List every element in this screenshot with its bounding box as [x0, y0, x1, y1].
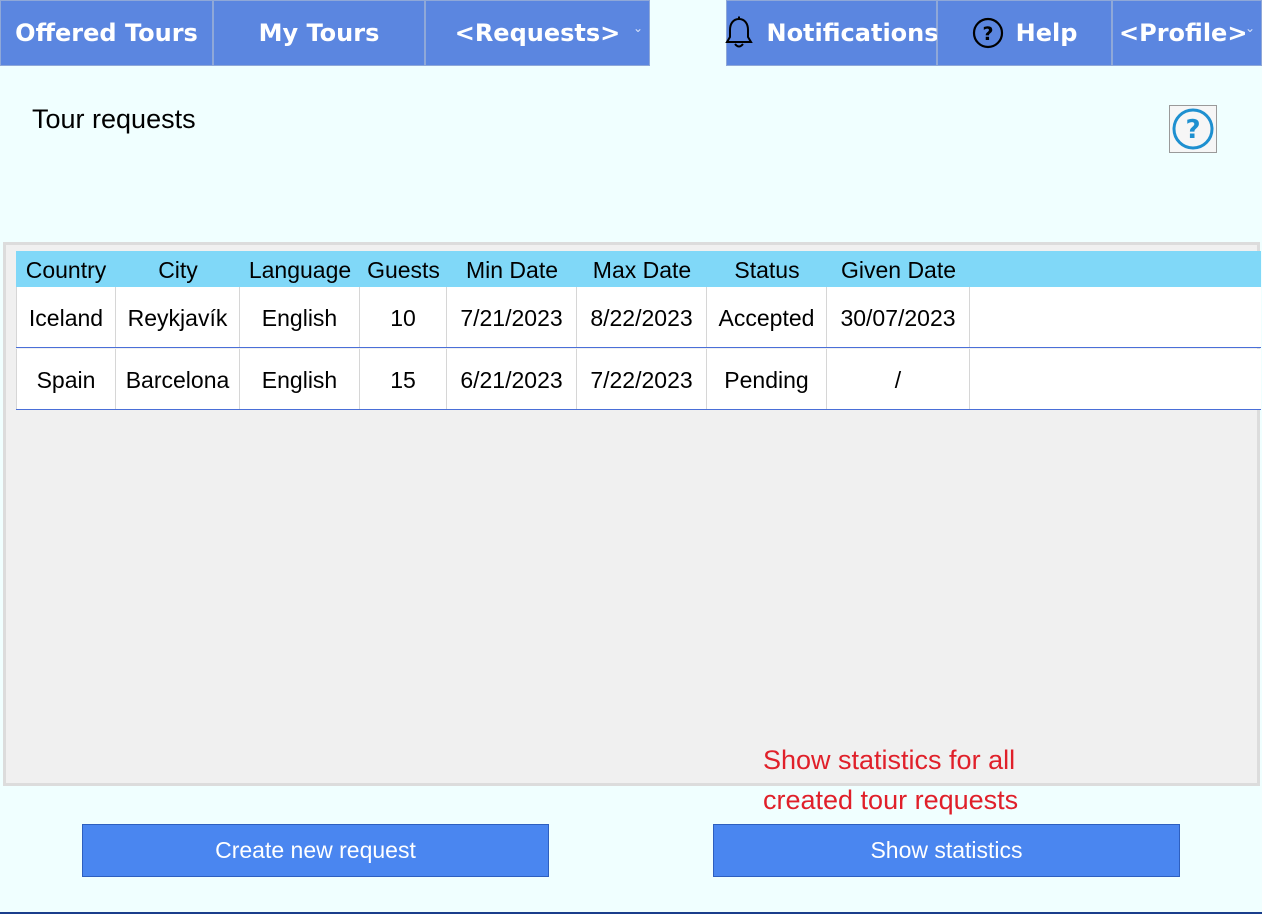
create-new-request-button[interactable]: Create new request [82, 824, 549, 877]
page-title: Tour requests [32, 104, 196, 134]
nav-requests-label: <Requests> [454, 19, 621, 47]
nav-offered-tours-label: Offered Tours [15, 19, 198, 47]
cell-guests: 10 [360, 287, 447, 347]
cell-country: Iceland [16, 287, 116, 347]
column-header-city[interactable]: City [116, 251, 240, 287]
table-row[interactable]: Spain Barcelona English 15 6/21/2023 7/2… [16, 349, 1261, 410]
cell-language: English [240, 349, 360, 409]
page-help-button[interactable]: ? [1169, 105, 1217, 153]
cell-country: Spain [16, 349, 116, 409]
cell-city: Barcelona [116, 349, 240, 409]
chevron-down-icon: ⌄ [1244, 21, 1255, 35]
column-header-guests[interactable]: Guests [360, 251, 447, 287]
table-row[interactable]: Iceland Reykjavík English 10 7/21/2023 8… [16, 287, 1261, 348]
cell-city: Reykjavík [116, 287, 240, 347]
nav-offered-tours[interactable]: Offered Tours [0, 0, 213, 66]
nav-profile-label: <Profile> [1119, 19, 1248, 47]
cell-max-date: 8/22/2023 [577, 287, 707, 347]
column-header-given-date[interactable]: Given Date [827, 251, 970, 287]
statistics-note-line2: created tour requests [763, 785, 1019, 815]
nav-profile-dropdown[interactable]: <Profile> ⌄ [1112, 0, 1262, 66]
svg-text:?: ? [982, 23, 993, 45]
cell-min-date: 6/21/2023 [447, 349, 577, 409]
column-header-country[interactable]: Country [16, 251, 116, 287]
cell-min-date: 7/21/2023 [447, 287, 577, 347]
statistics-note: Show statistics for all created tour req… [763, 740, 1018, 820]
table-header: Country City Language Guests Min Date Ma… [16, 251, 1261, 287]
nav-help[interactable]: ? Help [937, 0, 1112, 66]
column-header-status[interactable]: Status [707, 251, 827, 287]
svg-text:?: ? [1185, 115, 1200, 145]
cell-language: English [240, 287, 360, 347]
column-header-min-date[interactable]: Min Date [447, 251, 577, 287]
nav-notifications[interactable]: Notifications [724, 0, 939, 66]
cell-given-date: 30/07/2023 [827, 287, 970, 347]
cell-given-date: / [827, 349, 970, 409]
question-circle-icon: ? [1172, 108, 1214, 150]
nav-my-tours-label: My Tours [258, 19, 380, 47]
cell-max-date: 7/22/2023 [577, 349, 707, 409]
nav-my-tours[interactable]: My Tours [213, 0, 425, 66]
column-header-language[interactable]: Language [240, 251, 360, 287]
question-circle-icon: ? [972, 17, 1004, 49]
nav-notifications-label: Notifications [766, 19, 939, 47]
show-statistics-button[interactable]: Show statistics [713, 824, 1180, 877]
cell-guests: 15 [360, 349, 447, 409]
cell-status: Accepted [707, 287, 827, 347]
column-header-max-date[interactable]: Max Date [577, 251, 707, 287]
bell-icon [724, 16, 754, 50]
nav-help-label: Help [1015, 19, 1078, 47]
statistics-note-line1: Show statistics for all [763, 745, 1016, 775]
requests-table[interactable]: Country City Language Guests Min Date Ma… [3, 242, 1261, 786]
cell-status: Pending [707, 349, 827, 409]
nav-requests-dropdown[interactable]: <Requests> ⌄ [425, 0, 650, 66]
chevron-down-icon: ⌄ [632, 21, 643, 35]
